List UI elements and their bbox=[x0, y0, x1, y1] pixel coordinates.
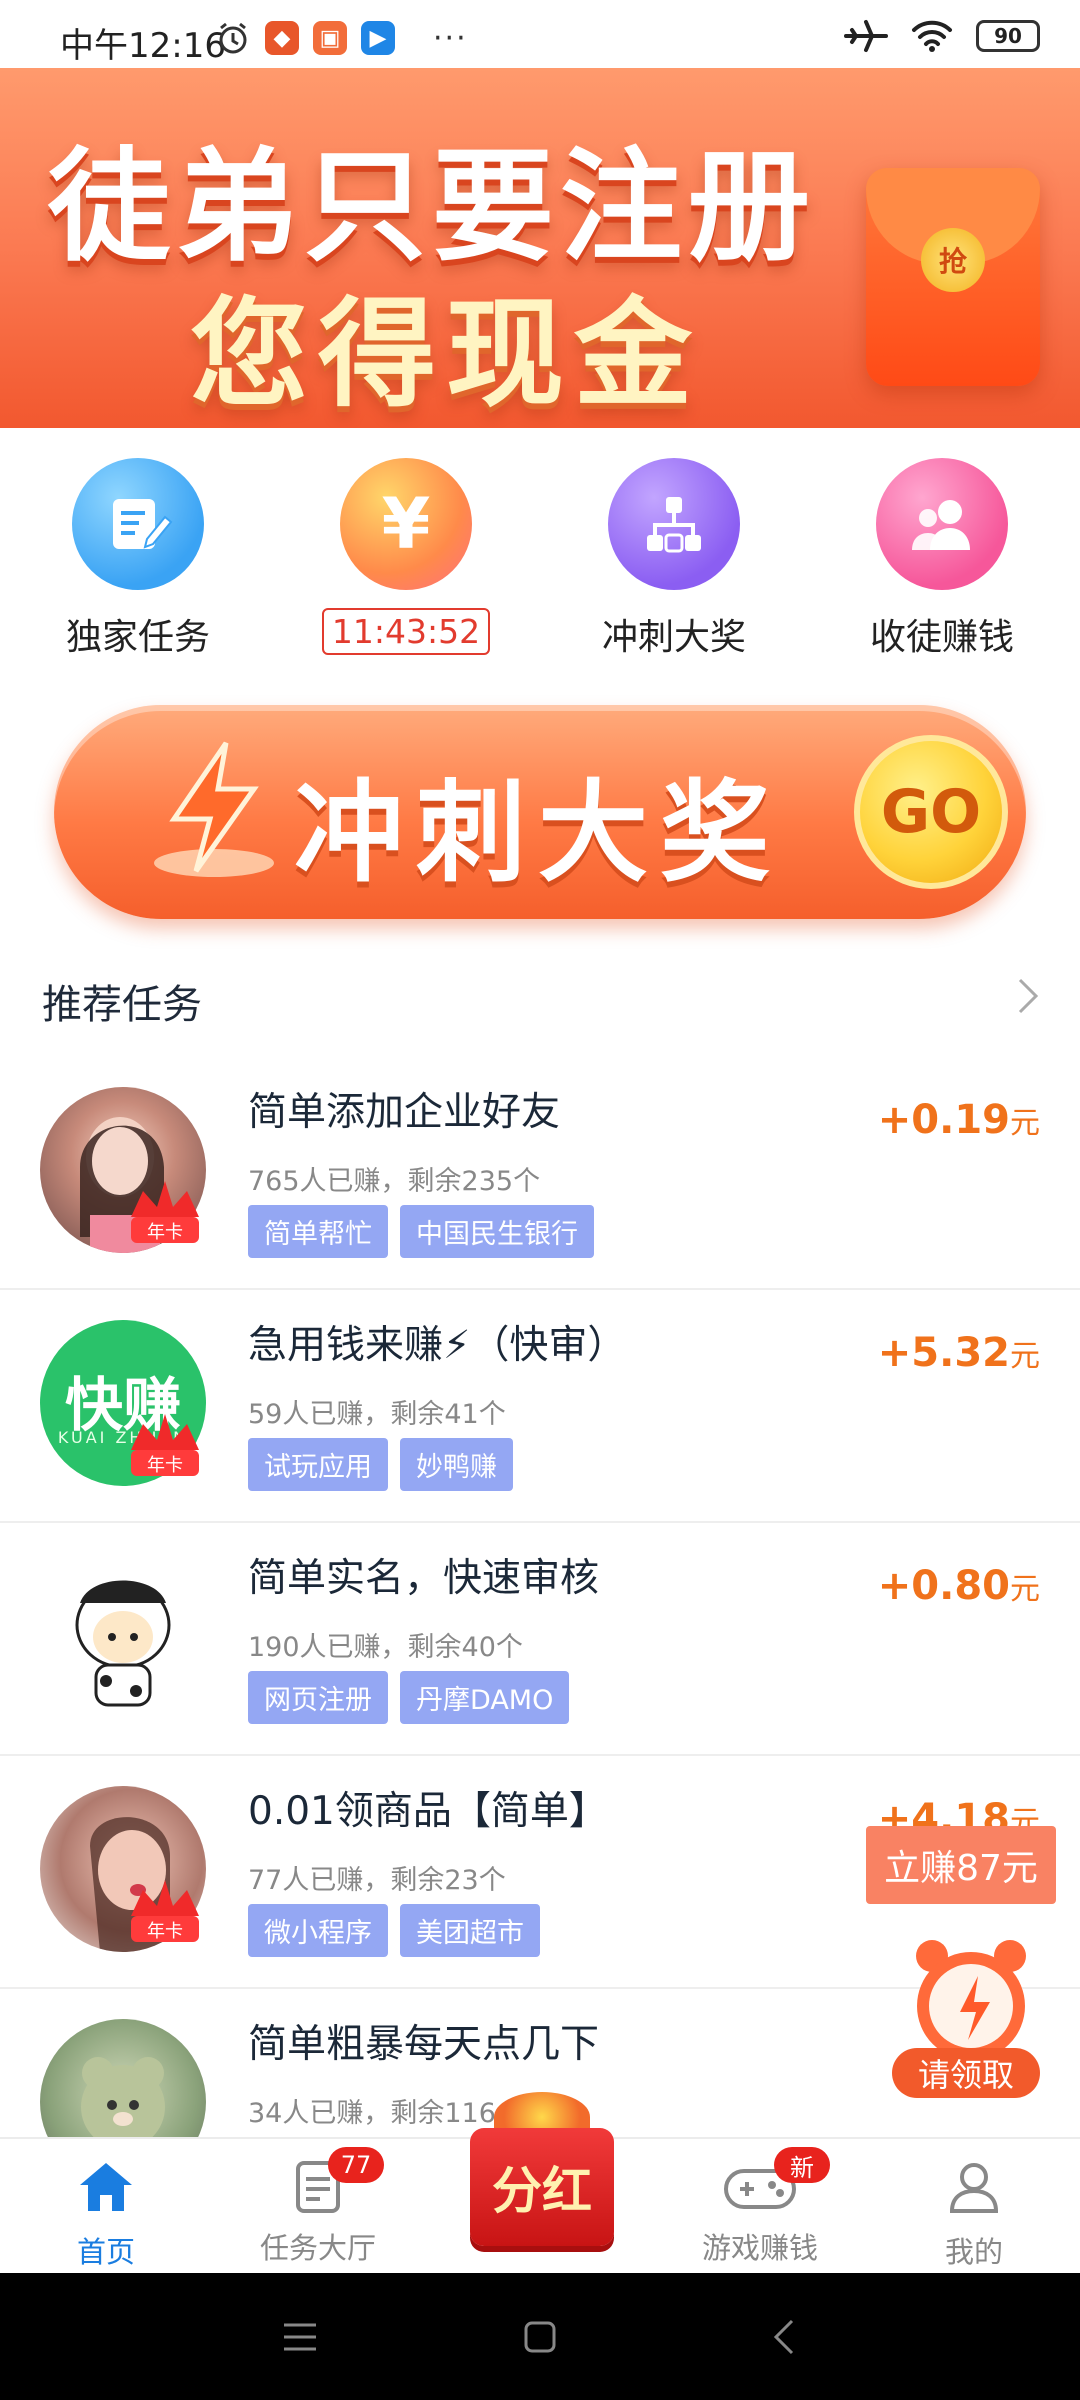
task-tags: 简单帮忙 中国民生银行 bbox=[248, 1205, 594, 1258]
task-title: 简单添加企业好友 bbox=[248, 1090, 561, 1135]
system-indicators: 90 bbox=[844, 18, 1040, 54]
home-icon bbox=[80, 2163, 132, 2211]
invite-banner[interactable]: 徒弟只要注册 您得现金 抢 bbox=[0, 68, 1080, 428]
task-reward: +0.19元 bbox=[878, 1097, 1040, 1143]
task-tag: 网页注册 bbox=[248, 1671, 388, 1724]
crown-icon: 年卡 bbox=[131, 1414, 199, 1476]
task-count-badge: 77 bbox=[328, 2147, 384, 2183]
menu-icon[interactable] bbox=[278, 2315, 322, 2359]
section-title: 推荐任务 bbox=[42, 982, 202, 1028]
back-icon[interactable] bbox=[764, 2315, 808, 2359]
reward-unit: 元 bbox=[1010, 1339, 1040, 1374]
crown-label: 年卡 bbox=[147, 1222, 183, 1243]
task-row[interactable]: 年卡 简单添加企业好友 765人已赚，剩余235个 简单帮忙 中国民生银行 +0… bbox=[0, 1057, 1080, 1290]
earn-now-badge[interactable]: 立赚87元 bbox=[866, 1826, 1056, 1904]
task-tag: 妙鸭赚 bbox=[400, 1438, 513, 1491]
task-row[interactable]: 简单实名，快速审核 190人已赚，剩余40个 网页注册 丹摩DAMO +0.80… bbox=[0, 1523, 1080, 1756]
wifi-icon bbox=[912, 20, 952, 52]
task-title: 急用钱来赚⚡（快审） bbox=[248, 1323, 627, 1368]
task-stats: 190人已赚，剩余40个 bbox=[248, 1632, 523, 1663]
chevron-right-icon[interactable] bbox=[1006, 974, 1050, 1018]
reward-amount: +0.19 bbox=[877, 1097, 1010, 1143]
red-packet-icon: 抢 bbox=[866, 168, 1040, 386]
task-tag: 美团超市 bbox=[400, 1904, 540, 1957]
task-title: 简单实名，快速审核 bbox=[248, 1556, 600, 1601]
tab-label: 我的 bbox=[944, 2235, 1003, 2269]
status-bar: 中午12:16 ◆ ▣ ▶ ··· 90 bbox=[0, 0, 1080, 68]
alarm-icon bbox=[219, 22, 247, 54]
tab-dividend[interactable]: 分红 bbox=[460, 2092, 624, 2262]
quick-nav-label: 收徒赚钱 bbox=[869, 617, 1014, 658]
quick-nav-exclusive-tasks[interactable]: 独家任务 bbox=[38, 458, 238, 660]
tab-game-earn[interactable]: 新 游戏赚钱 bbox=[660, 2139, 860, 2275]
task-stats: 77人已赚，剩余23个 bbox=[248, 1865, 506, 1896]
tab-label: 游戏赚钱 bbox=[701, 2231, 818, 2265]
sprint-title: 冲刺大奖 bbox=[294, 769, 782, 897]
task-stats: 59人已赚，剩余41个 bbox=[248, 1399, 506, 1430]
shopping-notify-icon: ▣ bbox=[313, 21, 347, 55]
banner-subline: 您得现金 bbox=[190, 285, 703, 423]
arrow-notify-icon: ▶ bbox=[361, 21, 395, 55]
tab-label: 首页 bbox=[76, 2235, 135, 2269]
quick-nav-countdown[interactable]: ¥ 11:43:52 bbox=[306, 458, 506, 655]
task-title: 0.01领商品【简单】 bbox=[248, 1789, 608, 1834]
new-badge: 新 bbox=[774, 2147, 830, 2183]
notification-icons: ◆ ▣ ▶ ··· bbox=[215, 20, 468, 56]
task-title: 简单粗暴每天点几下 bbox=[248, 2022, 600, 2067]
tab-profile[interactable]: 我的 bbox=[874, 2139, 1074, 2275]
red-packet-coin: 抢 bbox=[921, 228, 985, 292]
home-button-icon[interactable] bbox=[518, 2315, 562, 2359]
task-tags: 网页注册 丹摩DAMO bbox=[248, 1671, 570, 1724]
crown-label: 年卡 bbox=[147, 1455, 183, 1476]
edit-note-icon bbox=[72, 458, 204, 590]
task-reward: +0.80元 bbox=[878, 1563, 1040, 1609]
crown-icon: 年卡 bbox=[131, 1880, 199, 1942]
gamepad-icon: 新 bbox=[722, 2147, 830, 2217]
tab-label: 任务大厅 bbox=[259, 2231, 376, 2265]
quick-nav-sprint[interactable]: 冲刺大奖 bbox=[574, 458, 774, 660]
reward-amount: +5.32 bbox=[877, 1330, 1010, 1376]
task-tag: 丹摩DAMO bbox=[400, 1671, 570, 1724]
task-tag: 中国民生银行 bbox=[400, 1205, 594, 1258]
crown-label: 年卡 bbox=[147, 1921, 183, 1942]
airplane-icon bbox=[844, 20, 888, 52]
task-reward: +5.32元 bbox=[878, 1330, 1040, 1376]
lightning-icon bbox=[154, 741, 274, 877]
go-button[interactable]: GO bbox=[854, 735, 1008, 889]
recommended-header[interactable]: 推荐任务 bbox=[0, 960, 1080, 1040]
reward-amount: +0.80 bbox=[877, 1563, 1010, 1609]
status-time: 中午12:16 bbox=[60, 26, 226, 66]
tab-home[interactable]: 首页 bbox=[6, 2139, 206, 2275]
task-stats: 765人已赚，剩余235个 bbox=[248, 1166, 541, 1197]
task-tag: 试玩应用 bbox=[248, 1438, 388, 1491]
task-tags: 试玩应用 妙鸭赚 bbox=[248, 1438, 513, 1491]
task-tags: 微小程序 美团超市 bbox=[248, 1904, 540, 1957]
network-icon bbox=[608, 458, 740, 590]
red-packet-icon: 分红 bbox=[470, 2128, 614, 2246]
task-list-icon: 77 bbox=[288, 2147, 384, 2217]
countdown-timer: 11:43:52 bbox=[321, 608, 491, 655]
quick-nav-label: 独家任务 bbox=[65, 617, 210, 658]
tab-task-hall[interactable]: 77 任务大厅 bbox=[218, 2139, 418, 2275]
quick-nav-recruit[interactable]: 收徒赚钱 bbox=[842, 458, 1042, 660]
reward-unit: 元 bbox=[1010, 1106, 1040, 1141]
crown-icon: 年卡 bbox=[131, 1181, 199, 1243]
claim-button[interactable]: 请领取 bbox=[892, 2048, 1040, 2098]
more-notifications-icon: ··· bbox=[433, 20, 468, 56]
sprint-prize-banner[interactable]: 冲刺大奖 GO bbox=[54, 705, 1026, 919]
avatar bbox=[40, 1553, 206, 1719]
quick-nav-label: 冲刺大奖 bbox=[601, 617, 746, 658]
quick-nav: 独家任务 ¥ 11:43:52 冲刺大奖 收徒赚钱 bbox=[0, 448, 1080, 668]
yuan-icon: ¥ bbox=[340, 458, 472, 590]
task-tag: 微小程序 bbox=[248, 1904, 388, 1957]
task-row[interactable]: 快赚 KUAI ZHUAN 年卡 急用钱来赚⚡（快审） 59人已赚，剩余41个 … bbox=[0, 1290, 1080, 1523]
reward-unit: 元 bbox=[1010, 1572, 1040, 1607]
task-tag: 简单帮忙 bbox=[248, 1205, 388, 1258]
battery-icon: 90 bbox=[976, 20, 1040, 52]
system-navigation-bar bbox=[0, 2273, 1080, 2400]
app-notify-icon: ◆ bbox=[265, 21, 299, 55]
profile-icon bbox=[949, 2163, 999, 2213]
users-icon bbox=[876, 458, 1008, 590]
